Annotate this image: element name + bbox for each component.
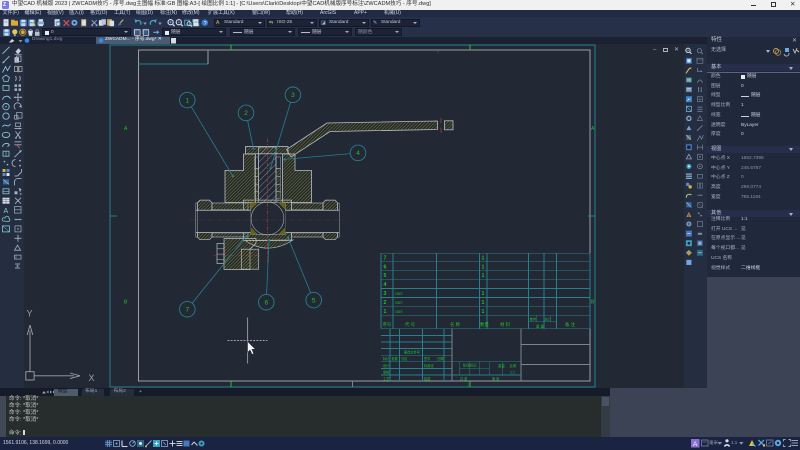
svg-text:X: X <box>89 373 95 383</box>
svg-text:A: A <box>693 441 698 448</box>
svg-text:材 料: 材 料 <box>500 321 511 328</box>
svg-text:B: B <box>124 299 128 305</box>
svg-text:重 量: 重 量 <box>536 323 544 328</box>
svg-text:分区: 分区 <box>401 356 408 361</box>
svg-text:A: A <box>124 126 128 132</box>
svg-text:日期: 日期 <box>437 356 443 361</box>
svg-text:4: 4 <box>356 150 360 157</box>
svg-text:共 张: 共 张 <box>460 376 468 381</box>
svg-text:签字: 签字 <box>424 356 430 361</box>
svg-text:审核: 审核 <box>383 369 390 374</box>
svg-text:1: 1 <box>482 255 485 261</box>
svg-text:4: 4 <box>384 282 387 288</box>
svg-text:6: 6 <box>384 264 387 270</box>
svg-text:总计: 总计 <box>545 316 552 321</box>
svg-text:重量: 重量 <box>498 363 505 368</box>
svg-text:GB/T: GB/T <box>395 292 403 296</box>
svg-text:备 注: 备 注 <box>565 321 576 328</box>
svg-text:阶段标记: 阶段标记 <box>463 362 477 367</box>
svg-text:1: 1 <box>482 308 485 314</box>
svg-text:代 号: 代 号 <box>405 321 416 328</box>
svg-text:5: 5 <box>384 273 387 279</box>
svg-text:7: 7 <box>186 306 190 313</box>
svg-text:2: 2 <box>467 383 469 387</box>
svg-text:名 称: 名 称 <box>450 321 461 328</box>
svg-text:1: 1 <box>482 264 485 270</box>
svg-text:3: 3 <box>384 291 387 297</box>
svg-text:1: 1 <box>482 299 485 305</box>
svg-text:第 张: 第 张 <box>492 376 500 381</box>
svg-text:5: 5 <box>312 297 316 304</box>
svg-text:1: 1 <box>186 97 190 104</box>
svg-text:GB/T: GB/T <box>395 309 403 313</box>
svg-text:更改文件号: 更改文件号 <box>404 349 420 354</box>
svg-text:1: 1 <box>482 273 485 279</box>
svg-text:?: ? <box>204 21 207 27</box>
svg-text:处数: 处数 <box>392 356 399 361</box>
svg-text:标准化: 标准化 <box>424 362 434 367</box>
svg-text:数量: 数量 <box>480 321 489 328</box>
svg-text:1:1: 1:1 <box>510 370 515 374</box>
svg-text:7: 7 <box>384 255 387 261</box>
svg-text:批准: 批准 <box>424 376 431 381</box>
svg-text:标记: 标记 <box>383 356 390 361</box>
svg-text:B: B <box>591 299 595 305</box>
svg-text:单件: 单件 <box>530 316 537 321</box>
svg-text:1: 1 <box>384 308 387 314</box>
svg-text:比例: 比例 <box>510 363 517 368</box>
svg-text:2: 2 <box>384 299 387 305</box>
svg-text:6: 6 <box>265 299 269 306</box>
svg-text:序号: 序号 <box>383 321 392 328</box>
svg-text:2: 2 <box>437 50 439 54</box>
svg-text:1: 1 <box>482 291 485 297</box>
svg-text:设计: 设计 <box>383 362 390 367</box>
svg-text:Y: Y <box>27 308 33 318</box>
svg-text:工艺: 工艺 <box>383 376 389 381</box>
svg-text:3: 3 <box>291 92 295 99</box>
svg-text:A: A <box>591 126 595 132</box>
svg-text:GB/T: GB/T <box>395 300 403 304</box>
svg-text:A: A <box>4 208 9 215</box>
svg-text:2: 2 <box>244 110 248 117</box>
